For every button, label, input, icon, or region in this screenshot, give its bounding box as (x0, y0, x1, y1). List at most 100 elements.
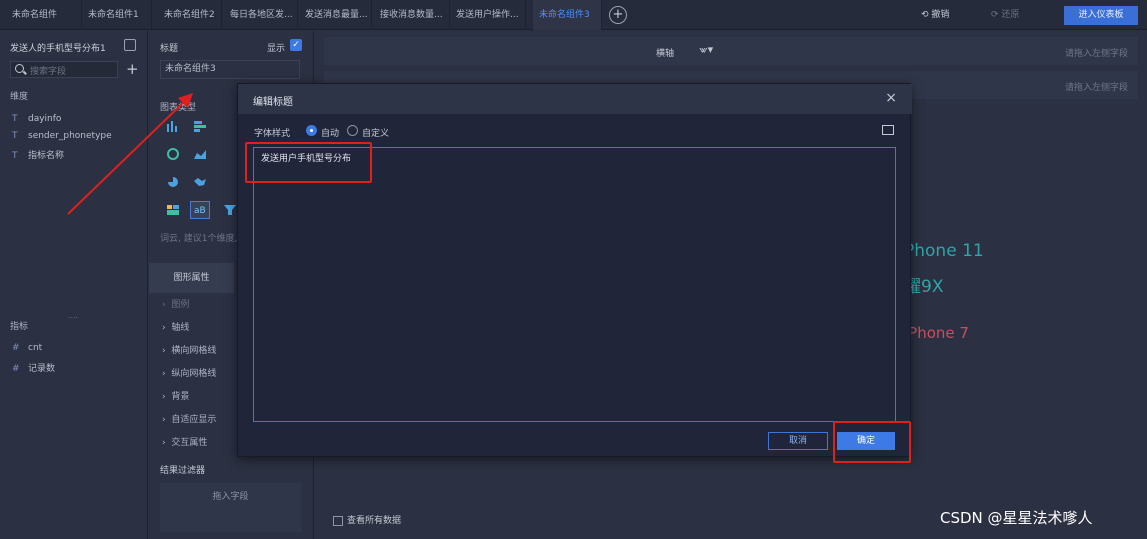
tab-component-0[interactable]: 未命名组件 (6, 0, 82, 30)
tab-bar: 未命名组件 未命名组件1 未命名组件2 每日各地区发... 发送消息最量... … (0, 0, 1147, 30)
radio-custom-label: 自定义 (362, 129, 390, 139)
y-axis-hint: 请拖入左侧字段 (1064, 83, 1128, 93)
undo-label: 撤销 (931, 10, 950, 20)
pie-chart-icon[interactable] (166, 176, 180, 188)
dataset-title: 发送人的手机型号分布1 (10, 44, 106, 54)
prop-vertical-grid[interactable]: › 纵向网格线 (162, 366, 216, 379)
close-icon[interactable]: × (885, 90, 897, 106)
add-tab-icon[interactable]: + (609, 6, 627, 24)
chevron-right-icon: › (162, 438, 166, 448)
prop-label: 背景 (171, 392, 190, 402)
sort-icon[interactable]: ⩖▾ (699, 43, 713, 57)
switch-dataset-icon[interactable] (124, 39, 136, 51)
area-chart-icon[interactable] (193, 148, 207, 160)
prop-label: 横向网格线 (171, 346, 217, 356)
redo-button[interactable]: ⟳ 还原 (991, 0, 1019, 30)
redo-label: 还原 (1001, 10, 1020, 20)
x-axis-drop-row[interactable]: 横轴 ⩖▾ 请拖入左侧字段 (324, 37, 1138, 65)
chevron-right-icon: › (162, 415, 166, 425)
field-dayinfo[interactable]: Tdayinfo (12, 114, 61, 124)
title-input[interactable]: 未命名组件3 (160, 60, 300, 79)
title-text-editor[interactable]: 发送用户手机型号分布 (253, 147, 896, 422)
text-type-icon: T (12, 114, 18, 124)
search-placeholder: 搜索字段 (30, 67, 67, 77)
expand-editor-icon[interactable] (882, 125, 894, 135)
chevron-right-icon: › (162, 300, 166, 310)
heatmap-chart-icon[interactable] (166, 204, 180, 216)
stacked-bar-icon[interactable] (193, 120, 207, 132)
field-sender-phonetype[interactable]: Tsender_phonetype (12, 131, 112, 141)
measure-label: 指标 (10, 322, 29, 332)
filter-drop-zone[interactable]: 拖入字段 (160, 483, 301, 532)
annotation-box-confirm (833, 421, 911, 463)
prop-background[interactable]: › 背景 (162, 389, 189, 402)
prop-label: 交互属性 (171, 438, 208, 448)
undo-button[interactable]: ⟲ 撤销 (921, 0, 949, 30)
chevron-right-icon: › (162, 392, 166, 402)
prop-label: 轴线 (171, 323, 190, 333)
show-title-checkbox[interactable]: ✓ (290, 39, 302, 51)
tab-send-message[interactable]: 发送消息最量... (299, 0, 372, 30)
tab-component-1[interactable]: 未命名组件1 (82, 0, 152, 30)
tab-daily-region[interactable]: 每日各地区发... (224, 0, 298, 30)
tab-component-3[interactable]: 未命名组件3 (533, 0, 602, 30)
dialog-header: 编辑标题 × (238, 84, 912, 114)
edit-title-dialog: 编辑标题 × 字体样式 自动 自定义 发送用户手机型号分布 取消 确定 (237, 83, 912, 457)
prop-adaptive-display[interactable]: › 自适应显示 (162, 412, 216, 425)
chart-type-label: 图表类型 (160, 103, 197, 113)
field-name: sender_phonetype (28, 131, 112, 141)
tab-send-user-op[interactable]: 发送用户操作... (450, 0, 526, 30)
number-type-icon: # (12, 364, 20, 374)
field-name: dayinfo (28, 114, 62, 124)
radio-auto[interactable] (306, 125, 317, 136)
prop-legend[interactable]: › 图例 (162, 297, 189, 310)
word-cloud-icon[interactable]: aB (190, 201, 210, 219)
field-cnt[interactable]: # cnt (12, 343, 42, 353)
prop-interaction[interactable]: › 交互属性 (162, 435, 207, 448)
redo-icon: ⟳ (991, 10, 999, 20)
tab-component-2[interactable]: 未命名组件2 (158, 0, 222, 30)
checkbox-box (333, 515, 343, 526)
chevron-right-icon: › (162, 346, 166, 356)
x-axis-label: 横轴 (656, 49, 675, 59)
x-axis-hint: 请拖入左侧字段 (1064, 49, 1128, 59)
radio-auto-label: 自动 (321, 129, 340, 139)
prop-horizontal-grid[interactable]: › 横向网格线 (162, 343, 216, 356)
svg-text:aB: aB (194, 206, 206, 216)
number-type-icon: # (12, 343, 20, 353)
chevron-right-icon: › (162, 323, 166, 333)
watermark: CSDN @星星法术嗲人 (940, 509, 1093, 527)
add-field-icon[interactable]: + (126, 60, 139, 78)
radio-custom[interactable] (347, 125, 358, 136)
data-field-panel: 发送人的手机型号分布1 搜索字段 + 维度 Tdayinfo Tsender_p… (0, 31, 148, 539)
enter-dashboard-button[interactable]: 进入仪表板 (1064, 6, 1138, 25)
field-name: cnt (28, 343, 43, 353)
title-label: 标题 (160, 44, 179, 54)
field-record-count[interactable]: # 记录数 (12, 361, 55, 374)
search-input[interactable]: 搜索字段 (10, 61, 118, 78)
bar-chart-icon[interactable] (166, 120, 180, 132)
map-chart-icon[interactable] (193, 176, 207, 188)
field-name: 记录数 (28, 364, 56, 374)
view-all-data-checkbox[interactable]: 查看所有数据 (333, 513, 401, 526)
font-style-label: 字体样式 (254, 129, 291, 139)
result-filter-label: 结果过滤器 (160, 466, 206, 476)
annotation-box-text (245, 142, 372, 183)
text-type-icon: T (12, 131, 18, 141)
gauge-chart-icon[interactable] (166, 148, 180, 160)
view-all-label: 查看所有数据 (347, 516, 402, 526)
prop-label: 自适应显示 (171, 415, 217, 425)
tab-receive-message[interactable]: 接收消息数量... (374, 0, 450, 30)
cancel-button[interactable]: 取消 (768, 432, 828, 450)
chart-type-hint: 词云, 建议1个维度, (160, 234, 238, 244)
panel-splitter[interactable]: .... (68, 311, 78, 320)
undo-icon: ⟲ (921, 10, 929, 20)
text-type-icon: T (12, 151, 18, 161)
prop-axis[interactable]: › 轴线 (162, 320, 189, 333)
tab-graphic-properties[interactable]: 图形属性 (149, 263, 234, 293)
field-name: 指标名称 (28, 151, 65, 161)
field-metric-name[interactable]: T 指标名称 (12, 148, 64, 161)
dimension-label: 维度 (10, 92, 29, 102)
funnel-chart-icon[interactable] (223, 204, 237, 216)
prop-label: 纵向网格线 (171, 369, 217, 379)
